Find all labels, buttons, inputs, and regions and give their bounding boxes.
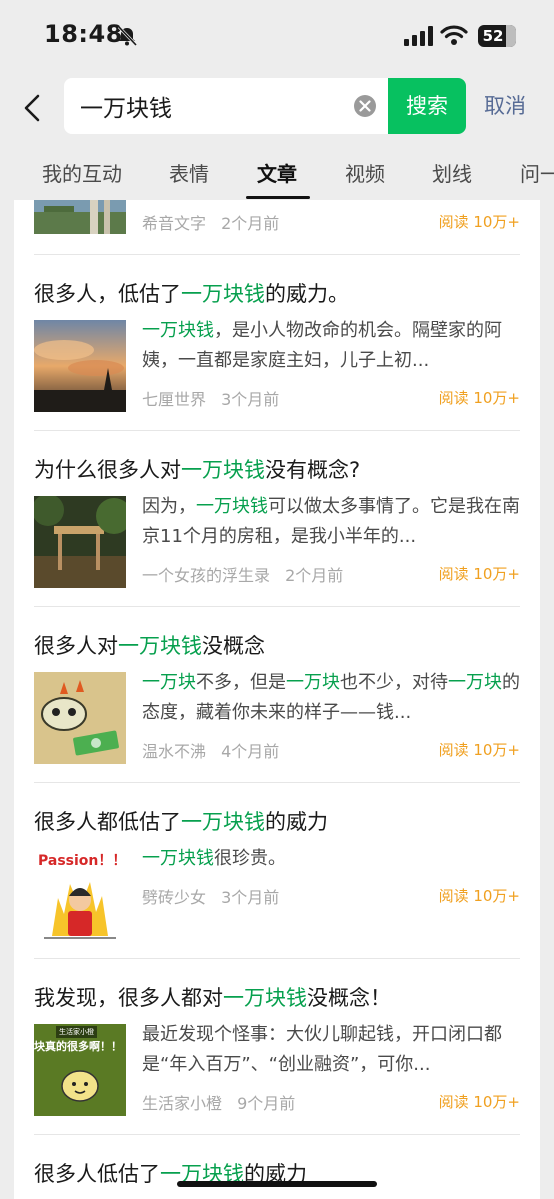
search-input[interactable] bbox=[80, 78, 340, 134]
divider bbox=[34, 606, 520, 607]
article-snippet: 一万块钱很珍贵。 bbox=[142, 848, 286, 869]
article-snippet: 一万块不多，但是一万块也不少，对待一万块的态度，藏着你未来的样子——钱... bbox=[142, 672, 520, 723]
back-icon[interactable] bbox=[18, 92, 46, 124]
article-snippet: 一万块钱，是小人物改命的机会。隔壁家的阿姨，一直都是家庭主妇，儿子上初... bbox=[142, 320, 502, 371]
divider bbox=[34, 254, 520, 255]
bell-muted-icon bbox=[117, 25, 138, 47]
article-time: 3个月前 bbox=[221, 390, 280, 409]
article-title: 很多人，低估了一万块钱的威力。 bbox=[34, 282, 349, 306]
article-time: 2个月前 bbox=[221, 214, 280, 233]
wifi-icon bbox=[440, 25, 468, 45]
divider bbox=[34, 782, 520, 783]
article-title: 很多人都低估了一万块钱的威力 bbox=[34, 810, 328, 834]
search-header: 搜索 取消 bbox=[0, 72, 554, 144]
status-bar: 18:48 52 bbox=[0, 0, 554, 72]
article-title: 为什么很多人对一万块钱没有概念? bbox=[34, 458, 361, 482]
article-time: 4个月前 bbox=[221, 742, 280, 761]
cancel-button[interactable]: 取消 bbox=[484, 78, 526, 134]
article-source: 七厘世界 bbox=[142, 390, 207, 409]
tab-ask[interactable]: 问一 bbox=[520, 158, 554, 187]
tab-videos[interactable]: 视频 bbox=[345, 158, 385, 187]
status-time: 18:48 bbox=[44, 20, 123, 48]
article-list: 希音文字 2个月前 阅读 10万+ 很多人，低估了一万块钱的威力。 一万块钱，是… bbox=[14, 200, 540, 1199]
article-source: 温水不沸 bbox=[142, 742, 207, 761]
article-source: 劈砖少女 bbox=[142, 888, 207, 907]
article-reads: 阅读 10万+ bbox=[438, 389, 520, 407]
clear-icon[interactable] bbox=[354, 95, 376, 117]
tab-stickers[interactable]: 表情 bbox=[169, 158, 209, 187]
battery-icon: 52 bbox=[478, 25, 516, 47]
article-source: 希音文字 bbox=[142, 214, 207, 233]
search-box bbox=[64, 78, 390, 134]
article-snippet: 最近发现个怪事：大伙儿聊起钱，开口闭口都是“年入百万”、“创业融资”，可你... bbox=[142, 1024, 502, 1075]
article-thumbnail bbox=[34, 320, 126, 412]
article-thumbnail: 生活家小橙 块真的很多啊！！ bbox=[34, 1024, 126, 1116]
divider bbox=[34, 958, 520, 959]
article-time: 2个月前 bbox=[285, 566, 344, 585]
tab-interactions[interactable]: 我的互动 bbox=[42, 158, 122, 187]
divider bbox=[34, 430, 520, 431]
article-source: 生活家小橙 bbox=[142, 1094, 223, 1113]
article-source: 一个女孩的浮生录 bbox=[142, 566, 271, 585]
screen: 18:48 52 一万块钱 搜索 取消 我的互动 表情 文章 视频 划线 问一 … bbox=[0, 0, 554, 1199]
article-time: 3个月前 bbox=[221, 888, 280, 907]
article-thumbnail: Passion！！ bbox=[34, 848, 126, 940]
article-reads: 阅读 10万+ bbox=[438, 887, 520, 905]
home-indicator bbox=[177, 1181, 377, 1187]
article-thumbnail bbox=[34, 496, 126, 588]
article-time: 9个月前 bbox=[237, 1094, 296, 1113]
article-reads: 阅读 10万+ bbox=[438, 213, 520, 231]
article-thumbnail bbox=[34, 672, 126, 764]
battery-level: 52 bbox=[482, 27, 504, 45]
divider bbox=[34, 1134, 520, 1135]
active-tab-indicator bbox=[246, 196, 310, 199]
article-thumbnail bbox=[34, 200, 126, 234]
article-reads: 阅读 10万+ bbox=[438, 1093, 520, 1111]
tab-highlights[interactable]: 划线 bbox=[432, 158, 472, 187]
article-snippet: 因为，一万块钱可以做太多事情了。它是我在南京11个月的房租，是我小半年的... bbox=[142, 496, 520, 547]
article-title: 很多人对一万块钱没概念 bbox=[34, 634, 265, 658]
category-tabs: 我的互动 表情 文章 视频 划线 问一 bbox=[0, 144, 554, 200]
article-reads: 阅读 10万+ bbox=[438, 565, 520, 583]
tab-articles[interactable]: 文章 bbox=[257, 158, 297, 187]
article-title: 我发现，很多人都对一万块钱没概念！ bbox=[34, 986, 391, 1010]
article-reads: 阅读 10万+ bbox=[438, 741, 520, 759]
search-button[interactable]: 搜索 bbox=[388, 78, 466, 134]
signal-icon bbox=[404, 26, 433, 46]
